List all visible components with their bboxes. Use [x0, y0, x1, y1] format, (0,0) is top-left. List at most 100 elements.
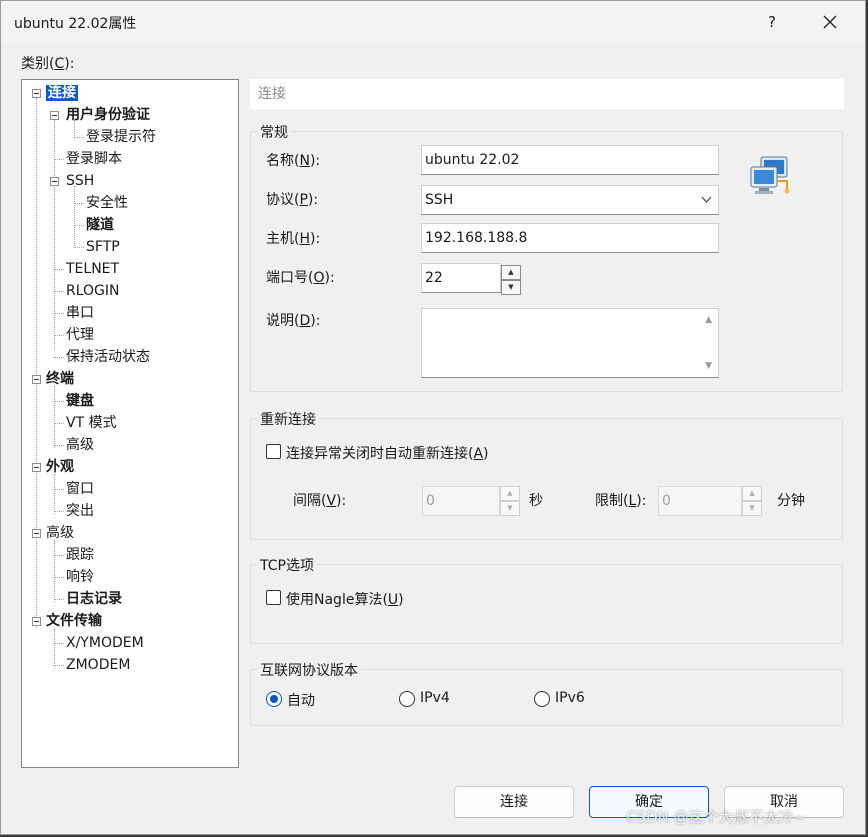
scroll-down-icon[interactable]: ▼: [705, 361, 712, 371]
tree-item-advanced[interactable]: 高级: [46, 523, 74, 543]
tree-item-sftp[interactable]: SFTP: [86, 237, 120, 257]
radio-ipv6[interactable]: [534, 691, 550, 707]
host-label: 主机(H):: [266, 228, 320, 248]
auto-reconnect-label[interactable]: 连接异常关闭时自动重新连接(A): [286, 443, 489, 463]
tree-item-telnet[interactable]: TELNET: [66, 259, 119, 279]
tree-item-label: 连接: [46, 85, 78, 101]
chevron-down-icon: [701, 186, 712, 224]
description-label-prefix: 说明(: [266, 313, 300, 329]
host-input[interactable]: 192.168.188.8: [421, 223, 719, 253]
radio-ipv4[interactable]: [399, 691, 415, 707]
port-spinner[interactable]: ▲ ▼: [501, 265, 521, 295]
protocol-select[interactable]: SSH: [421, 185, 719, 215]
nagle-label[interactable]: 使用Nagle算法(U): [286, 589, 404, 609]
tree-connector: [54, 120, 55, 350]
tree-connector: [54, 577, 64, 578]
tree-item-label: 键盘: [66, 393, 94, 409]
tree-item-label: RLOGIN: [66, 283, 120, 299]
tree-item-label: 安全性: [86, 195, 128, 211]
tree-connector: [74, 247, 84, 248]
tree-item-bell[interactable]: 响铃: [66, 567, 94, 587]
name-label-key: N: [299, 153, 310, 169]
category-tree[interactable]: 连接 用户身份验证 登录提示符 登录脚本 SSH 安全性 隧道 SFTP TEL…: [21, 79, 239, 768]
tree-item-label: X/YMODEM: [66, 635, 144, 651]
radio-ipv4-label[interactable]: IPv4: [420, 690, 450, 706]
tree-connector: [54, 643, 64, 644]
tree-item-window[interactable]: 窗口: [66, 479, 94, 499]
tree-item-auth[interactable]: 用户身份验证: [66, 105, 150, 125]
spin-up-icon[interactable]: ▲: [500, 486, 520, 501]
tree-connector: [54, 511, 64, 512]
auto-reconnect-label-suffix: ): [483, 446, 489, 462]
tree-item-file-transfer[interactable]: 文件传输: [46, 611, 102, 631]
collapse-icon[interactable]: [32, 375, 41, 384]
protocol-label-suffix: ):: [307, 192, 319, 208]
tree-item-rlogin[interactable]: RLOGIN: [66, 281, 120, 301]
nagle-checkbox[interactable]: [266, 590, 281, 605]
close-button[interactable]: [813, 9, 847, 35]
radio-ipv6-label[interactable]: IPv6: [555, 690, 585, 706]
tree-item-label: 外观: [46, 459, 74, 475]
name-input[interactable]: ubuntu 22.02: [421, 145, 719, 175]
description-textarea[interactable]: ▲ ▼: [421, 308, 719, 378]
spin-down-icon[interactable]: ▼: [500, 501, 520, 516]
tree-item-tunnel[interactable]: 隧道: [86, 215, 114, 235]
limit-input[interactable]: 0: [658, 486, 742, 516]
tree-connector: [54, 269, 64, 270]
port-input[interactable]: 22: [421, 263, 501, 293]
collapse-icon[interactable]: [50, 111, 59, 120]
tree-item-xymodem[interactable]: X/YMODEM: [66, 633, 144, 653]
tree-item-label: 跟踪: [66, 547, 94, 563]
tree-item-label: 高级: [66, 437, 94, 453]
spin-up-icon[interactable]: ▲: [501, 265, 521, 280]
connect-button[interactable]: 连接: [454, 786, 574, 818]
collapse-icon[interactable]: [32, 89, 41, 98]
port-label: 端口号(O):: [266, 267, 335, 287]
interval-spinner[interactable]: ▲ ▼: [500, 486, 520, 516]
category-label-key: C: [54, 56, 65, 72]
tree-item-label: 登录提示符: [86, 129, 156, 145]
scroll-up-icon[interactable]: ▲: [705, 315, 712, 325]
tree-connector: [74, 186, 75, 246]
spin-down-icon[interactable]: ▼: [742, 501, 762, 516]
tree-item-zmodem[interactable]: ZMODEM: [66, 655, 130, 675]
title-bar[interactable]: ubuntu 22.02属性 ?: [1, 1, 865, 43]
tree-item-proxy[interactable]: 代理: [66, 325, 94, 345]
spin-down-icon[interactable]: ▼: [501, 280, 521, 295]
tree-item-connection[interactable]: 连接: [46, 83, 78, 103]
protocol-label: 协议(P):: [266, 189, 318, 209]
collapse-icon[interactable]: [32, 617, 41, 626]
tree-item-highlight[interactable]: 突出: [66, 501, 94, 521]
tree-item-terminal-advanced[interactable]: 高级: [66, 435, 94, 455]
tree-item-security[interactable]: 安全性: [86, 193, 128, 213]
reconnect-group: 重新连接: [250, 409, 843, 540]
tree-item-vt-mode[interactable]: VT 模式: [66, 413, 117, 433]
tree-item-keepalive[interactable]: 保持活动状态: [66, 347, 150, 367]
tree-item-terminal[interactable]: 终端: [46, 369, 74, 389]
collapse-icon[interactable]: [50, 177, 59, 186]
tree-item-label: 高级: [46, 525, 74, 541]
radio-auto[interactable]: [266, 691, 282, 707]
tree-connector: [54, 665, 64, 666]
tree-item-label: SSH: [66, 173, 95, 189]
tree-item-ssh[interactable]: SSH: [66, 171, 94, 191]
auto-reconnect-checkbox[interactable]: [266, 444, 281, 459]
limit-spinner[interactable]: ▲ ▼: [742, 486, 762, 516]
tree-item-logging[interactable]: 日志记录: [66, 589, 122, 609]
tree-item-trace[interactable]: 跟踪: [66, 545, 94, 565]
help-button[interactable]: ?: [759, 9, 785, 35]
radio-auto-label[interactable]: 自动: [287, 690, 315, 710]
tree-item-serial[interactable]: 串口: [66, 303, 94, 323]
interval-input[interactable]: 0: [422, 486, 500, 516]
tree-item-label: 串口: [66, 305, 94, 321]
tree-item-appearance[interactable]: 外观: [46, 457, 74, 477]
tree-item-login-prompt[interactable]: 登录提示符: [86, 127, 156, 147]
spin-up-icon[interactable]: ▲: [742, 486, 762, 501]
port-label-prefix: 端口号(: [266, 270, 314, 286]
collapse-icon[interactable]: [32, 463, 41, 472]
tree-item-login-script[interactable]: 登录脚本: [66, 149, 122, 169]
tree-item-keyboard[interactable]: 键盘: [66, 391, 94, 411]
tree-item-label: 文件传输: [46, 613, 102, 629]
collapse-icon[interactable]: [32, 529, 41, 538]
tree-item-label: 日志记录: [66, 591, 122, 607]
